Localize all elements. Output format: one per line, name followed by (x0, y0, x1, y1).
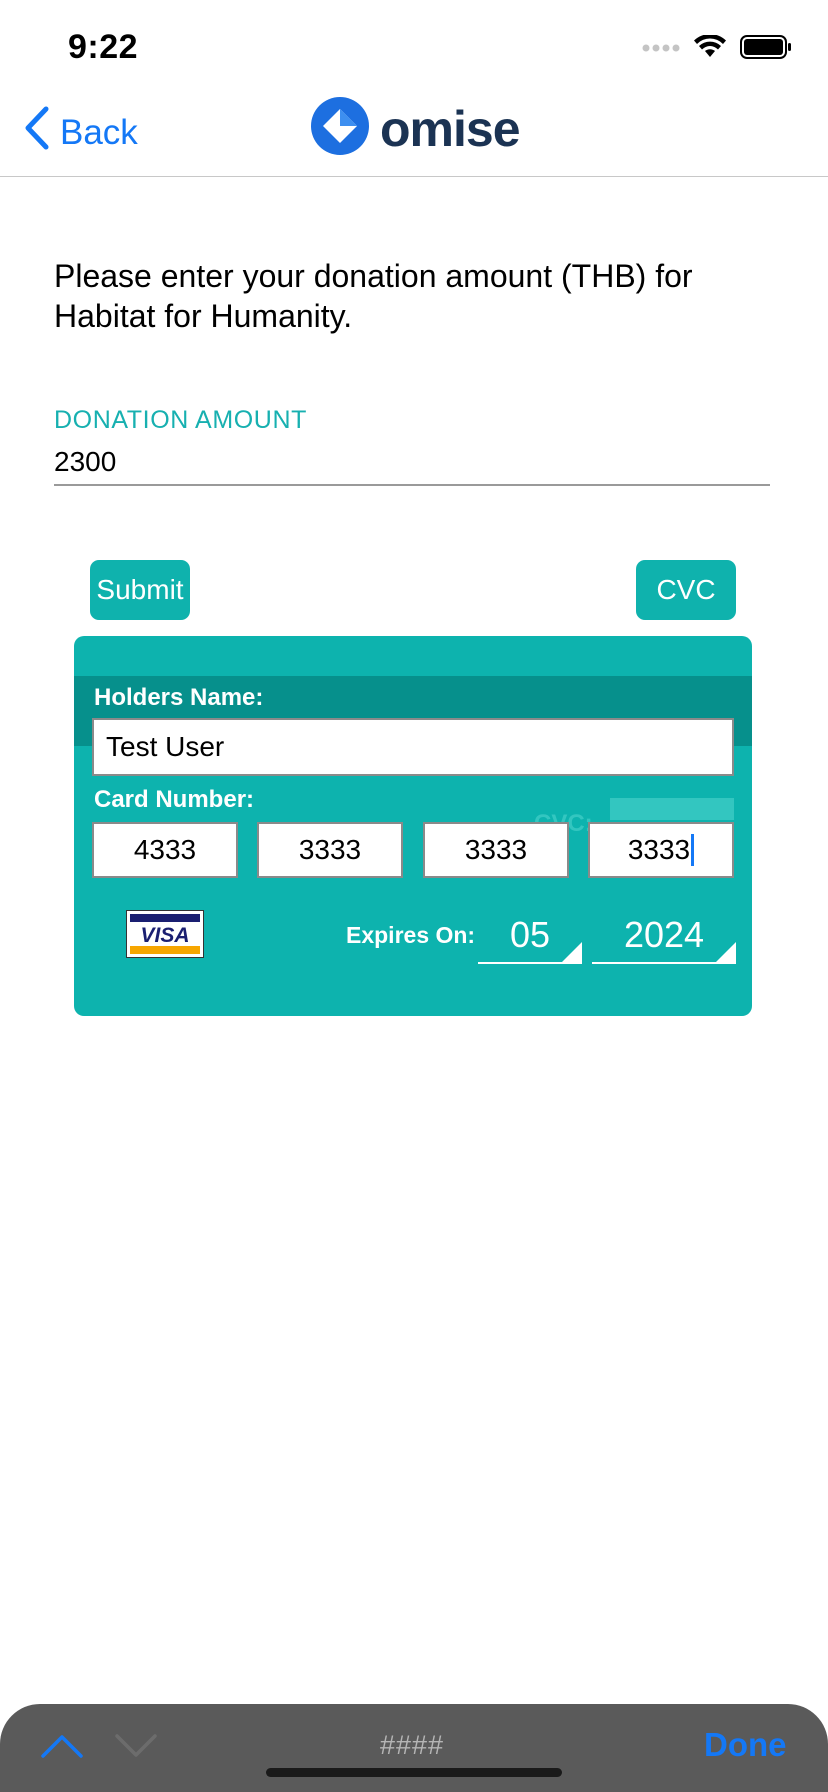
back-button[interactable]: Back (24, 106, 138, 159)
donation-amount-label: DONATION AMOUNT (54, 406, 307, 434)
next-field-button[interactable] (114, 1730, 158, 1765)
card-number-field-3[interactable]: 3333 (423, 822, 569, 878)
text-caret (691, 834, 695, 866)
cvc-hidden-field (610, 798, 734, 820)
card-number-field-4[interactable]: 3333 (588, 822, 734, 878)
expiry-month-value: 05 (509, 914, 551, 955)
signal-icon (642, 40, 680, 58)
nav-divider (0, 176, 828, 177)
card-number-field-2[interactable]: 3333 (257, 822, 403, 878)
donation-intro-text: Please enter your donation amount (THB) … (54, 258, 693, 334)
dropdown-corner-icon (562, 942, 582, 962)
card-number-field-1[interactable]: 4333 (92, 822, 238, 878)
chevron-left-icon (24, 106, 50, 159)
back-label: Back (60, 112, 138, 152)
expiry-year-value: 2024 (623, 914, 705, 955)
donation-amount-field[interactable] (54, 440, 770, 486)
expiry-year-picker[interactable]: 2024 (592, 908, 736, 964)
card-number-field-4-value: 3333 (627, 834, 691, 865)
holder-name-label: Holders Name: (94, 684, 264, 711)
done-button[interactable]: Done (704, 1726, 787, 1764)
dropdown-corner-icon (716, 942, 736, 962)
submit-button[interactable]: Submit (90, 560, 190, 620)
omise-logo-icon (310, 96, 370, 161)
expiry-month-picker[interactable]: 05 (478, 908, 582, 964)
visa-logo-text: VISA (140, 924, 189, 947)
expires-on-label: Expires On: (346, 922, 476, 948)
cvc-button[interactable]: CVC (636, 560, 736, 620)
holder-name-field[interactable]: Test User (92, 718, 734, 776)
previous-field-button[interactable] (40, 1730, 84, 1765)
visa-logo: VISA (126, 910, 204, 958)
wifi-icon (694, 33, 726, 64)
chevron-down-icon (114, 1734, 158, 1764)
status-icons (642, 33, 792, 64)
omise-logo-text: omise (380, 100, 521, 157)
omise-logo: omise (310, 96, 521, 161)
input-format-mask: #### (380, 1730, 445, 1760)
battery-icon (740, 34, 792, 64)
status-time: 9:22 (68, 28, 139, 66)
card-number-label: Card Number: (94, 786, 255, 813)
chevron-up-icon (40, 1735, 84, 1764)
home-indicator (266, 1768, 562, 1777)
